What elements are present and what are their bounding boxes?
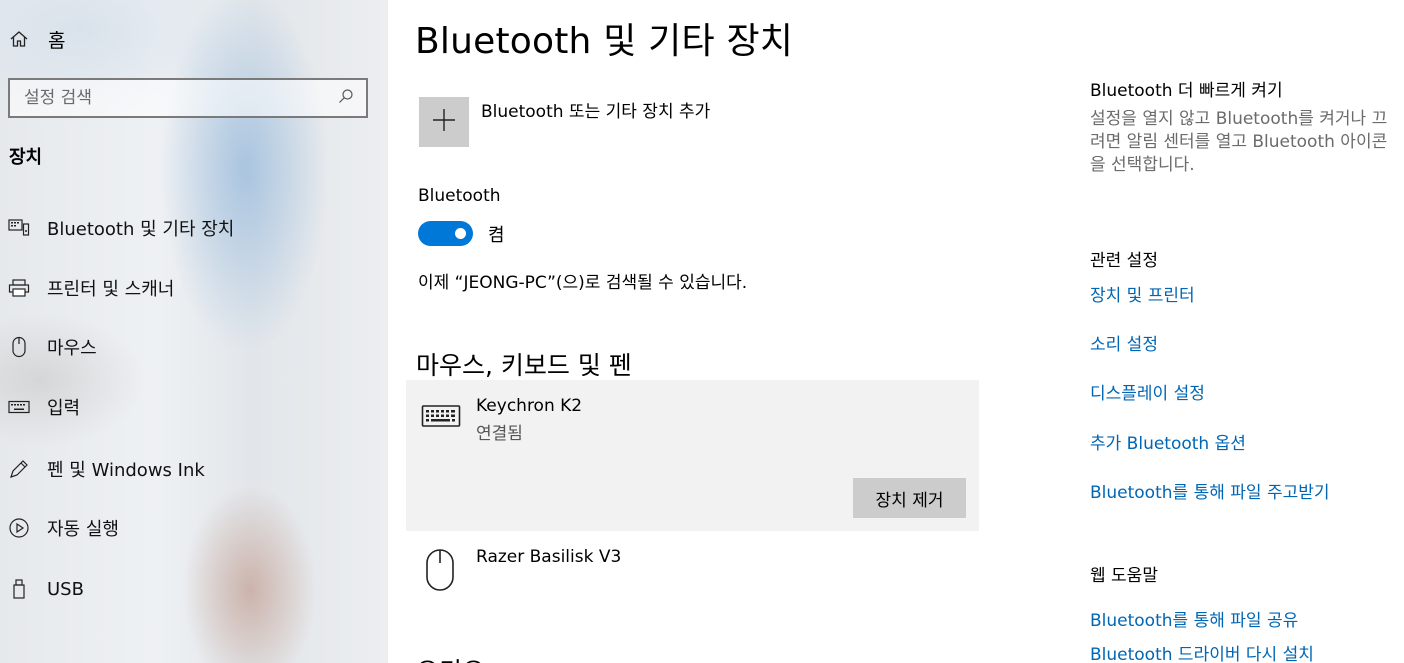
add-device-label[interactable]: Bluetooth 또는 기타 장치 추가 <box>481 97 710 122</box>
sidebar-item-label: 입력 <box>47 398 81 419</box>
pen-icon <box>8 458 30 480</box>
nav-home-label: 홈 <box>48 29 66 52</box>
link-share-files[interactable]: Bluetooth를 통해 파일 공유 <box>1090 606 1298 631</box>
sidebar-item-label: 마우스 <box>47 338 97 359</box>
link-display-settings[interactable]: 디스플레이 설정 <box>1090 379 1205 404</box>
related-panel: Bluetooth 더 빠르게 켜기 설정을 열지 않고 Bluetooth를 … <box>1090 0 1400 663</box>
quick-tip-title: Bluetooth 더 빠르게 켜기 <box>1090 81 1283 101</box>
sidebar-item-autoplay[interactable]: 자동 실행 <box>8 513 119 543</box>
sidebar-item-bluetooth[interactable]: Bluetooth 및 기타 장치 <box>8 213 234 243</box>
mouse-icon <box>424 548 456 592</box>
sidebar-item-label: Bluetooth 및 기타 장치 <box>47 219 235 240</box>
section-title: 마우스, 키보드 및 펜 <box>416 351 632 380</box>
nav-home[interactable]: 홈 <box>8 24 65 54</box>
discoverable-text: 이제 “JEONG-PC”(으)로 검색될 수 있습니다. <box>418 273 748 293</box>
usb-icon <box>8 578 30 600</box>
bluetooth-label: Bluetooth <box>418 186 501 206</box>
remove-device-button[interactable]: 장치 제거 <box>853 478 966 518</box>
quick-tip-description: 설정을 열지 않고 Bluetooth를 켜거나 끄려면 알림 센터를 열고 B… <box>1090 109 1388 175</box>
mouse-icon <box>8 336 30 358</box>
sidebar-item-mouse[interactable]: 마우스 <box>8 332 97 362</box>
link-devices-printers[interactable]: 장치 및 프린터 <box>1090 281 1195 306</box>
toggle-knob <box>455 228 466 239</box>
link-send-receive-files[interactable]: Bluetooth를 통해 파일 주고받기 <box>1090 478 1330 503</box>
printer-icon <box>8 277 30 299</box>
keyboard-icon <box>421 402 461 430</box>
main-content: Bluetooth 및 기타 장치 Bluetooth 또는 기타 장치 추가 … <box>388 0 1088 663</box>
sidebar: 홈 장치 Bluetooth 및 기타 장치 프린터 및 스캐너 마우스 입력 <box>0 0 388 663</box>
link-sound-settings[interactable]: 소리 설정 <box>1090 330 1158 355</box>
search-icon[interactable] <box>338 88 354 108</box>
sidebar-item-label: USB <box>47 578 84 600</box>
device-name: Keychron K2 <box>476 396 583 416</box>
device-item-razer[interactable]: Razer Basilisk V3 <box>406 540 979 600</box>
home-icon <box>8 28 30 50</box>
sidebar-item-typing[interactable]: 입력 <box>8 392 80 422</box>
add-device-button[interactable] <box>419 97 469 147</box>
link-more-bluetooth-options[interactable]: 추가 Bluetooth 옵션 <box>1090 429 1246 454</box>
search-input[interactable] <box>24 88 338 108</box>
sidebar-item-pen[interactable]: 펜 및 Windows Ink <box>8 454 205 484</box>
toggle-state-label: 켬 <box>488 225 505 246</box>
related-settings-title: 관련 설정 <box>1090 251 1158 271</box>
audio-section-title: 오디오 <box>416 652 485 663</box>
sidebar-item-printers[interactable]: 프린터 및 스캐너 <box>8 273 174 303</box>
sidebar-item-usb[interactable]: USB <box>8 574 84 604</box>
page-title: Bluetooth 및 기타 장치 <box>415 21 794 62</box>
web-help-title: 웹 도움말 <box>1090 566 1158 586</box>
device-item-keychron[interactable]: Keychron K2 연결됨 장치 제거 <box>406 380 979 531</box>
bluetooth-toggle[interactable] <box>418 221 473 246</box>
device-status: 연결됨 <box>476 424 523 444</box>
link-reinstall-driver[interactable]: Bluetooth 드라이버 다시 설치 <box>1090 640 1314 663</box>
sidebar-section-label: 장치 <box>9 147 43 168</box>
device-name: Razer Basilisk V3 <box>476 547 622 567</box>
search-box[interactable] <box>8 78 368 118</box>
autoplay-icon <box>8 517 30 539</box>
sidebar-item-label: 프린터 및 스캐너 <box>47 279 175 300</box>
bluetooth-devices-icon <box>8 217 30 239</box>
sidebar-item-label: 자동 실행 <box>47 519 119 540</box>
sidebar-item-label: 펜 및 Windows Ink <box>47 460 205 481</box>
keyboard-icon <box>8 396 30 418</box>
plus-icon <box>432 108 456 136</box>
